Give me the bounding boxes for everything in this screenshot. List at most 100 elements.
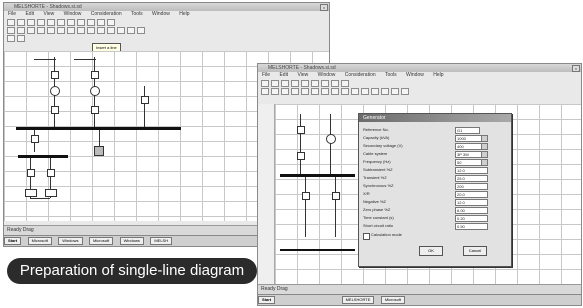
transformer-symbol[interactable] — [326, 134, 336, 144]
task-button[interactable]: Microsoft — [27, 237, 52, 245]
task-button[interactable]: MELSH — [150, 237, 173, 245]
save-icon[interactable] — [27, 19, 35, 26]
task-button[interactable]: Microsoft — [380, 296, 406, 304]
menu-edit[interactable]: Edit — [279, 72, 288, 78]
field-input[interactable]: 20.0 — [455, 191, 488, 198]
breaker-symbol[interactable] — [297, 126, 305, 134]
menu-file[interactable]: File — [262, 72, 270, 78]
chevron-down-icon[interactable] — [481, 152, 487, 157]
start-button[interactable]: Start — [258, 296, 276, 304]
help-icon[interactable] — [107, 19, 115, 26]
generator-icon[interactable] — [301, 88, 309, 95]
undo-icon[interactable] — [331, 80, 339, 87]
save-icon[interactable] — [281, 80, 289, 87]
task-button[interactable]: Windows — [58, 237, 83, 245]
copy-icon[interactable] — [311, 80, 319, 87]
chevron-down-icon[interactable] — [481, 136, 487, 141]
load-icon[interactable] — [321, 88, 329, 95]
ok-button[interactable]: OK — [419, 246, 443, 256]
menu-view[interactable]: View — [43, 11, 54, 17]
text-icon[interactable] — [381, 88, 389, 95]
breaker-symbol[interactable] — [31, 135, 39, 143]
field-input[interactable]: 12.0 — [455, 167, 488, 174]
breaker-symbol[interactable] — [91, 106, 99, 114]
breaker-symbol[interactable] — [91, 71, 99, 79]
meter-icon[interactable] — [371, 88, 379, 95]
load-symbol[interactable] — [45, 189, 57, 197]
menu-tools[interactable]: Tools — [385, 72, 397, 78]
task-button[interactable]: MELSHORTE — [341, 296, 375, 304]
bus-icon[interactable] — [17, 27, 25, 34]
field-input[interactable]: 25.0 — [455, 175, 488, 182]
new-icon[interactable] — [261, 80, 269, 87]
motor-symbol[interactable] — [94, 146, 104, 156]
cable-icon[interactable] — [331, 88, 339, 95]
bus-icon[interactable] — [271, 88, 279, 95]
chevron-down-icon[interactable] — [481, 144, 487, 149]
open-icon[interactable] — [17, 19, 25, 26]
cable-icon[interactable] — [77, 27, 85, 34]
breaker-symbol[interactable] — [302, 192, 310, 200]
start-button[interactable]: Start — [4, 237, 22, 245]
paste-icon[interactable] — [67, 19, 75, 26]
fuse-icon[interactable] — [341, 88, 349, 95]
menu-view[interactable]: View — [297, 72, 308, 78]
transformer-symbol[interactable] — [90, 86, 100, 96]
transformer-icon[interactable] — [37, 27, 45, 34]
close-icon[interactable]: x — [572, 65, 580, 72]
switch-icon[interactable] — [351, 88, 359, 95]
copy-icon[interactable] — [57, 19, 65, 26]
close-icon[interactable]: x — [320, 4, 328, 11]
relay-icon[interactable] — [361, 88, 369, 95]
menu-consideration[interactable]: Consideration — [345, 72, 376, 78]
line-icon[interactable] — [261, 88, 269, 95]
zoom-icon[interactable] — [341, 80, 349, 87]
fuse-icon[interactable] — [87, 27, 95, 34]
field-input[interactable]: 200 — [455, 183, 488, 190]
grid-icon[interactable] — [391, 88, 399, 95]
cancel-button[interactable]: Cancel — [463, 246, 487, 256]
field-select[interactable]: 400 — [455, 143, 488, 150]
field-input[interactable]: 0.20 — [455, 215, 488, 222]
transformer-icon[interactable] — [291, 88, 299, 95]
cut-icon[interactable] — [301, 80, 309, 87]
breaker-symbol[interactable] — [297, 152, 305, 160]
breaker-icon[interactable] — [281, 88, 289, 95]
task-button[interactable]: Microsoft — [88, 237, 114, 245]
menu-consideration[interactable]: Consideration — [91, 11, 122, 17]
menu-file[interactable]: File — [8, 11, 16, 17]
field-input[interactable]: G1 — [455, 127, 480, 134]
cut-icon[interactable] — [47, 19, 55, 26]
redo-icon[interactable] — [87, 19, 95, 26]
field-select[interactable]: 50 — [455, 159, 488, 166]
task-button[interactable]: Windows — [119, 237, 144, 245]
breaker-symbol[interactable] — [332, 192, 340, 200]
field-input[interactable]: 6.00 — [455, 207, 488, 214]
select-icon[interactable] — [7, 35, 15, 42]
breaker-symbol[interactable] — [47, 169, 55, 177]
menu-help[interactable]: Help — [179, 11, 189, 17]
paste-icon[interactable] — [321, 80, 329, 87]
menu-window[interactable]: Window — [64, 11, 82, 17]
menu-window[interactable]: Window — [318, 72, 336, 78]
load-symbol[interactable] — [25, 189, 37, 197]
new-icon[interactable] — [7, 19, 15, 26]
field-input[interactable]: 0.50 — [455, 223, 488, 230]
breaker-symbol[interactable] — [141, 96, 149, 104]
grid-icon[interactable] — [137, 27, 145, 34]
menu-tools[interactable]: Tools — [131, 11, 143, 17]
menu-help[interactable]: Help — [433, 72, 443, 78]
relay-icon[interactable] — [107, 27, 115, 34]
line-icon[interactable] — [7, 27, 15, 34]
motor-icon[interactable] — [311, 88, 319, 95]
undo-icon[interactable] — [77, 19, 85, 26]
print-icon[interactable] — [291, 80, 299, 87]
breaker-icon[interactable] — [27, 27, 35, 34]
pan-icon[interactable] — [17, 35, 25, 42]
chevron-down-icon[interactable] — [481, 160, 487, 165]
load-icon[interactable] — [67, 27, 75, 34]
menu-edit[interactable]: Edit — [25, 11, 34, 17]
field-select[interactable]: 3P 3W — [455, 151, 488, 158]
breaker-symbol[interactable] — [27, 169, 35, 177]
menu-window-2[interactable]: Window — [406, 72, 424, 78]
